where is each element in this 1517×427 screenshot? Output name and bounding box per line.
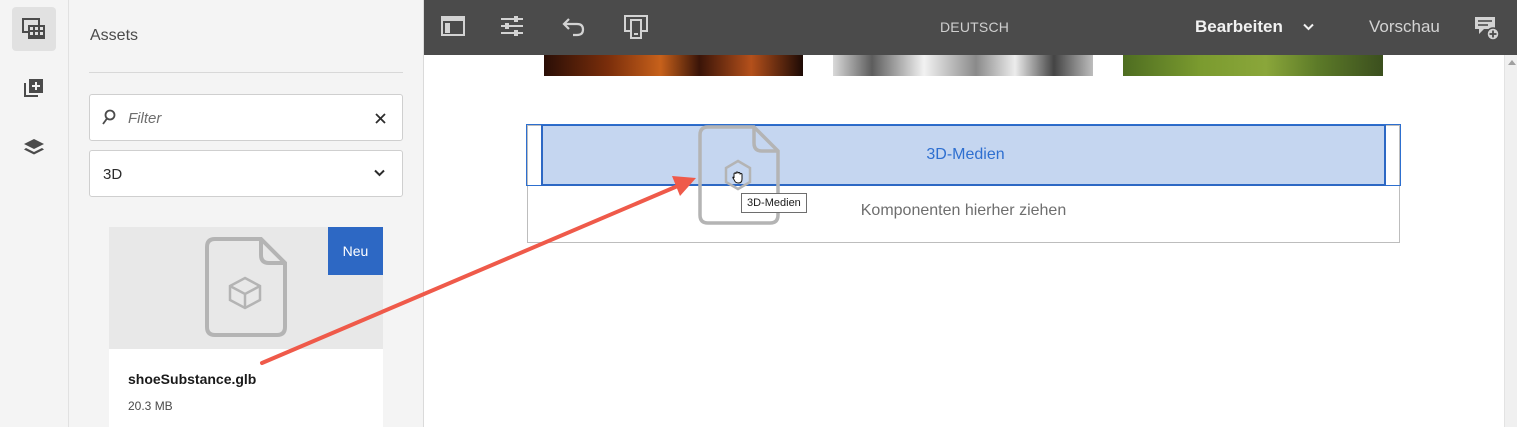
page-canvas: 3D-Medien Komponenten hierher ziehen 3D-… bbox=[424, 55, 1504, 427]
chevron-down-icon bbox=[374, 169, 385, 177]
emulator-icon[interactable] bbox=[624, 15, 648, 39]
annotations-icon[interactable] bbox=[1474, 15, 1500, 41]
chevron-down-icon[interactable] bbox=[1303, 23, 1314, 31]
assets-panel-button[interactable] bbox=[12, 7, 56, 51]
page-editor: Assets 3D bbox=[0, 0, 1517, 427]
vertical-scrollbar[interactable] bbox=[1504, 55, 1517, 427]
image-thumbnail[interactable] bbox=[1123, 55, 1383, 76]
properties-icon[interactable] bbox=[500, 15, 524, 37]
editor-toolbar: DEUTSCH Bearbeiten Vorschau bbox=[424, 0, 1517, 55]
content-tree-button[interactable] bbox=[12, 126, 56, 170]
drop-zone-label: 3D-Medien bbox=[926, 146, 1005, 163]
asset-name: shoeSubstance.glb bbox=[128, 371, 257, 387]
scroll-up-icon[interactable] bbox=[1508, 60, 1516, 65]
asset-card[interactable]: Neu shoeSubstance.glb 20.3 MB bbox=[109, 227, 383, 427]
3d-media-drop-zone[interactable]: 3D-Medien bbox=[541, 125, 1386, 186]
panel-title: Assets bbox=[90, 27, 139, 44]
mode-selector[interactable]: Bearbeiten bbox=[1195, 17, 1283, 37]
preview-button[interactable]: Vorschau bbox=[1369, 17, 1440, 37]
3d-file-icon bbox=[205, 237, 287, 337]
layers-icon bbox=[24, 139, 44, 155]
drag-components-placeholder[interactable]: Komponenten hierher ziehen bbox=[527, 202, 1400, 220]
components-icon bbox=[24, 79, 43, 97]
drag-tooltip: 3D-Medien bbox=[741, 193, 807, 213]
components-button[interactable] bbox=[12, 66, 56, 110]
asset-type-select[interactable]: 3D bbox=[89, 150, 403, 197]
filter-field bbox=[89, 94, 403, 141]
search-icon bbox=[102, 109, 116, 125]
asset-type-value: 3D bbox=[103, 166, 123, 183]
undo-icon[interactable] bbox=[562, 15, 586, 37]
divider bbox=[89, 72, 403, 73]
grab-cursor-icon bbox=[732, 171, 743, 184]
asset-size: 20.3 MB bbox=[128, 399, 173, 413]
image-thumbnail[interactable] bbox=[544, 55, 803, 76]
filter-input[interactable] bbox=[128, 105, 358, 131]
new-badge: Neu bbox=[328, 227, 383, 275]
image-thumbnail[interactable] bbox=[833, 55, 1093, 76]
assets-panel-icon bbox=[22, 18, 45, 39]
toggle-side-panel-icon[interactable] bbox=[441, 15, 465, 37]
assets-panel: Assets 3D bbox=[69, 0, 424, 427]
language-label: DEUTSCH bbox=[940, 19, 1010, 35]
clear-icon[interactable] bbox=[375, 113, 386, 124]
side-rail bbox=[0, 0, 69, 427]
